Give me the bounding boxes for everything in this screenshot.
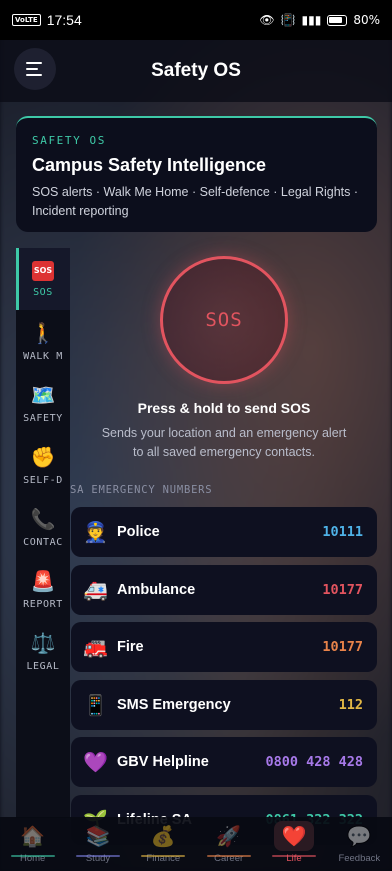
emergency-number: 10177 <box>322 581 363 598</box>
heart-icon: ❤️ <box>281 823 307 848</box>
bottom-navigation: 🏠 Home 📚 Study 💰 Finance 🚀 Career ❤️ Lif… <box>0 817 392 871</box>
emergency-name: Police <box>117 524 160 540</box>
sos-instruction: Press & hold to send SOS <box>137 400 311 416</box>
police-officer-icon: 👮 <box>83 520 108 544</box>
fire-engine-icon: 🚒 <box>83 635 108 659</box>
app-header: Safety OS <box>0 40 392 102</box>
nav-indicator <box>271 855 316 857</box>
sidebar-item-safety-map[interactable]: 🗺️ SAFETY <box>16 372 70 434</box>
money-bag-icon: 💰 <box>150 823 176 848</box>
rocket-icon: 🚀 <box>216 823 242 848</box>
sidebar-item-sos[interactable]: SOS SOS <box>16 248 70 310</box>
battery-icon <box>327 14 348 26</box>
sos-icon: SOS <box>32 260 54 281</box>
card-title: Campus Safety Intelligence <box>32 155 267 175</box>
sidebar-item-self-defence[interactable]: ✊ SELF-D <box>16 434 70 496</box>
sidebar-item-label: SOS <box>33 286 53 298</box>
walking-person-icon: 🚶 <box>30 320 56 345</box>
speech-bubble-icon: 💬 <box>346 823 372 848</box>
books-icon: 📚 <box>85 823 111 848</box>
nav-study[interactable]: 📚 Study <box>65 817 130 871</box>
emergency-name: SMS Emergency <box>117 696 231 713</box>
map-icon: 🗺️ <box>30 382 56 407</box>
sidebar-item-legal[interactable]: ⚖️ LEGAL <box>16 620 70 682</box>
phone-icon: 📞 <box>30 506 56 531</box>
sidebar-item-walk-me-home[interactable]: 🚶 WALK M <box>16 310 70 372</box>
sidebar-item-label: LEGAL <box>26 660 60 672</box>
nav-finance[interactable]: 💰 Finance <box>131 817 196 871</box>
signal-icon: ▮▮▮ <box>301 13 322 27</box>
scales-icon: ⚖️ <box>30 630 56 655</box>
emergency-number: 10111 <box>322 524 363 540</box>
emergency-section-label: SA EMERGENCY NUMBERS <box>70 484 213 496</box>
mobile-phone-icon: 📱 <box>83 692 108 717</box>
ambulance-icon: 🚑 <box>83 577 108 602</box>
emergency-number: 10177 <box>322 639 363 655</box>
nav-life[interactable]: ❤️ Life <box>261 817 326 871</box>
nav-home[interactable]: 🏠 Home <box>0 817 65 871</box>
card-eyebrow: SAFETY OS <box>32 134 107 147</box>
vibrate-icon: 📳 <box>280 13 296 27</box>
sidebar-item-label: WALK M <box>23 350 63 362</box>
status-time: 17:54 <box>46 12 82 28</box>
menu-button[interactable] <box>14 48 56 90</box>
siren-icon: 🚨 <box>30 568 56 593</box>
emergency-name: Ambulance <box>117 581 196 598</box>
nav-indicator <box>10 855 55 857</box>
safety-sidebar: SOS SOS 🚶 WALK M 🗺️ SAFETY ✊ SELF-D 📞 CO… <box>16 248 70 818</box>
status-icons: 👁 📳 ▮▮▮ 80% <box>259 13 380 27</box>
nav-feedback[interactable]: 💬 Feedback <box>327 817 392 871</box>
emergency-row-sms[interactable]: 📱 SMS Emergency 112 <box>71 679 377 730</box>
emergency-number: 0800 428 428 <box>265 754 363 770</box>
intro-card: SAFETY OS Campus Safety Intelligence SOS… <box>16 116 377 232</box>
sos-button[interactable]: SOS <box>160 256 288 384</box>
fist-icon: ✊ <box>30 444 56 469</box>
nav-indicator <box>206 855 251 857</box>
emergency-row-ambulance[interactable]: 🚑 Ambulance 10177 <box>71 564 377 615</box>
sidebar-item-label: CONTAC <box>23 536 63 548</box>
emergency-row-fire[interactable]: 🚒 Fire 10177 <box>71 622 377 672</box>
status-bar: VoLTE 17:54 👁 📳 ▮▮▮ 80% <box>0 0 392 40</box>
sidebar-item-report[interactable]: 🚨 REPORT <box>16 558 70 620</box>
house-icon: 🏠 <box>20 823 46 848</box>
sidebar-item-label: SELF-D <box>23 474 63 486</box>
nav-label: Feedback <box>338 852 381 864</box>
sidebar-item-label: SAFETY <box>23 412 63 424</box>
battery-percent: 80% <box>353 13 380 27</box>
nav-indicator <box>75 855 120 857</box>
emergency-row-gbv[interactable]: 💜 GBV Helpline 0800 428 428 <box>71 737 377 787</box>
emergency-name: GBV Helpline <box>117 754 209 770</box>
emergency-name: Fire <box>117 639 144 655</box>
volte-indicator: VoLTE <box>12 14 41 26</box>
hamburger-menu-icon <box>26 62 42 76</box>
purple-heart-icon: 💜 <box>83 750 108 774</box>
page-title: Safety OS <box>151 60 241 81</box>
sos-description: Sends your location and an emergency ale… <box>101 426 347 459</box>
sos-button-label: SOS <box>205 309 243 331</box>
emergency-number-list: 👮 Police 10111 🚑 Ambulance 10177 🚒 Fire … <box>71 507 377 852</box>
sidebar-item-contacts[interactable]: 📞 CONTAC <box>16 496 70 558</box>
sidebar-item-label: REPORT <box>23 598 63 610</box>
eye-icon: 👁 <box>259 13 275 27</box>
emergency-row-police[interactable]: 👮 Police 10111 <box>71 507 377 557</box>
emergency-number: 112 <box>338 696 363 713</box>
card-description: SOS alerts · Walk Me Home · Self-defence… <box>32 185 359 218</box>
nav-indicator <box>141 855 186 857</box>
nav-career[interactable]: 🚀 Career <box>196 817 261 871</box>
